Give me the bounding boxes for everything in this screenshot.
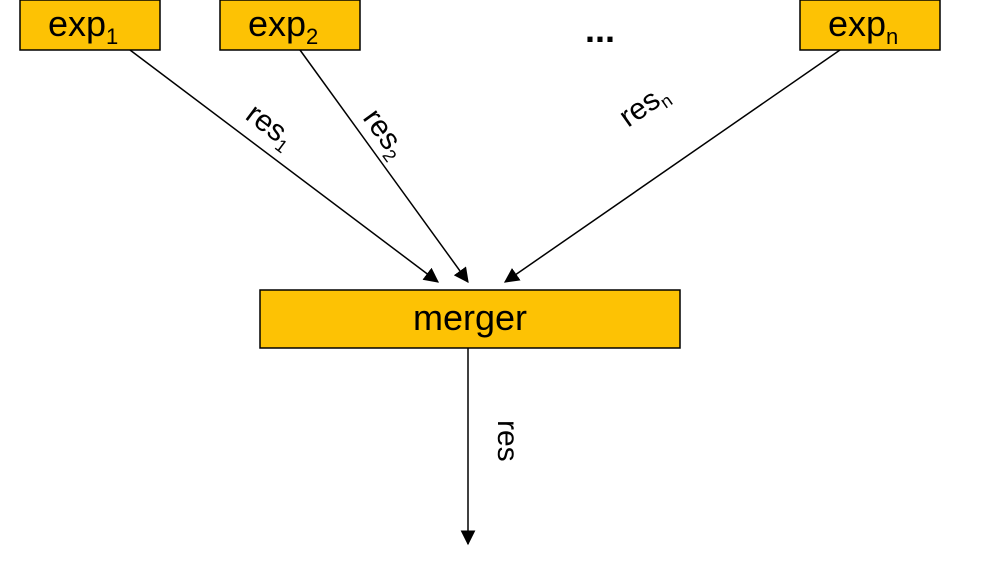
edge-res1 bbox=[130, 50, 438, 282]
edge-res2 bbox=[300, 50, 468, 282]
edge-resn bbox=[505, 50, 840, 282]
merger-label: merger bbox=[413, 297, 527, 338]
node-exp2: exp2 bbox=[220, 0, 360, 50]
label-resn: resn bbox=[613, 77, 676, 136]
label-res1: res1 bbox=[238, 97, 301, 157]
exp2-sub: 2 bbox=[306, 24, 318, 49]
node-exp1: exp1 bbox=[20, 0, 160, 50]
exp1-base: exp bbox=[48, 3, 106, 44]
exp1-sub: 1 bbox=[106, 24, 118, 49]
exp2-base: exp bbox=[248, 3, 306, 44]
expn-base: exp bbox=[828, 3, 886, 44]
ellipsis: ... bbox=[585, 9, 615, 50]
node-merger: merger bbox=[260, 290, 680, 348]
node-expn: expn bbox=[800, 0, 940, 50]
expn-sub: n bbox=[886, 24, 898, 49]
label-res2: res2 bbox=[354, 103, 414, 166]
merger-diagram: exp1 exp2 ... expn merger res1 res2 resn bbox=[0, 0, 984, 568]
label-res-out: res bbox=[491, 420, 524, 462]
